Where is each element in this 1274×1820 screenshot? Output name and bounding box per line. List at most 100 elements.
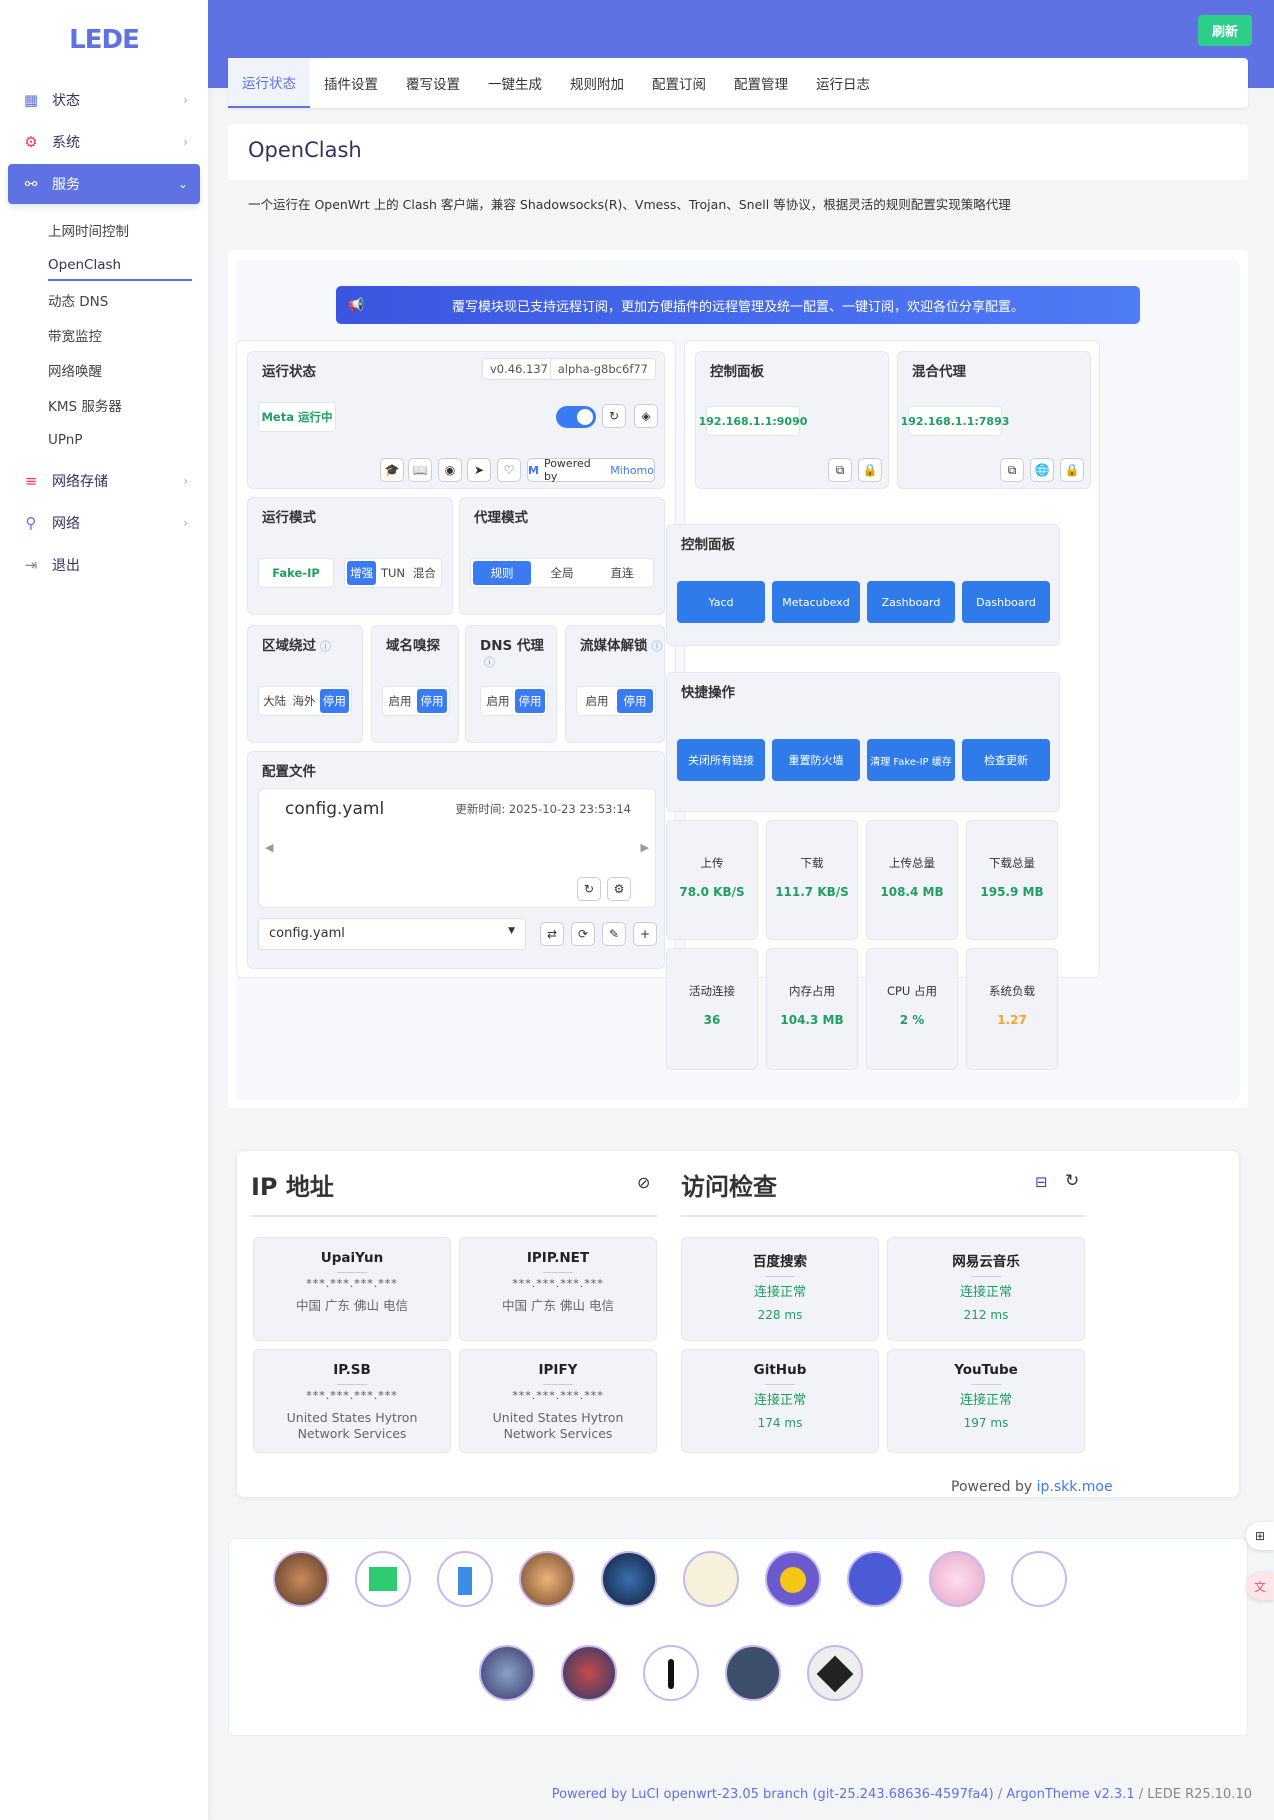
book-icon[interactable]: 📖 xyxy=(408,458,432,482)
telegram-icon[interactable]: ➤ xyxy=(467,458,491,482)
metacubexd-button[interactable]: Metacubexd xyxy=(772,581,860,623)
sidebar-item-services[interactable]: ⚯ 服务 ⌄ xyxy=(8,164,200,204)
control-address[interactable]: 192.168.1.1:9090 xyxy=(699,406,807,436)
mode-tun[interactable]: TUN xyxy=(378,561,407,585)
access-card-youtube: YouTube 连接正常 197 ms xyxy=(887,1349,1085,1453)
avatar[interactable] xyxy=(929,1551,985,1607)
tab-config-manage[interactable]: 配置管理 xyxy=(720,58,802,108)
sidebar-sub-openclash[interactable]: OpenClash xyxy=(0,247,208,282)
qr-icon[interactable]: ⊞ xyxy=(1246,1522,1274,1550)
avatar[interactable] xyxy=(437,1551,493,1607)
zashboard-button[interactable]: Zashboard xyxy=(867,581,955,623)
refresh-button[interactable]: 刷新 xyxy=(1197,15,1252,46)
tab-plugin-settings[interactable]: 插件设置 xyxy=(310,58,392,108)
argon-link[interactable]: ArgonTheme v2.3.1 xyxy=(1006,1787,1134,1802)
proxy-global[interactable]: 全局 xyxy=(533,561,591,585)
reset-firewall-button[interactable]: 重置防火墙 xyxy=(772,739,860,781)
copy-icon[interactable]: ⧉ xyxy=(828,458,852,482)
close-connections-button[interactable]: 关闭所有链接 xyxy=(677,739,765,781)
dns-card: DNS 代理ⓘ 启用 停用 xyxy=(465,625,557,743)
avatar[interactable] xyxy=(765,1551,821,1607)
translate-icon[interactable]: 文 xyxy=(1246,1572,1274,1600)
help-icon[interactable]: ⓘ xyxy=(484,656,495,669)
avatar[interactable] xyxy=(519,1551,575,1607)
media-switch: 启用 停用 xyxy=(576,686,656,716)
copy-icon[interactable]: ⧉ xyxy=(1000,458,1024,482)
proxy-rule[interactable]: 规则 xyxy=(473,561,531,585)
switch-config-icon[interactable]: ⇄ xyxy=(540,922,564,946)
lock-icon[interactable]: 🔒 xyxy=(1060,458,1084,482)
sidebar-item-logout[interactable]: ⇥ 退出 xyxy=(8,545,200,585)
sidebar-sub-upnp[interactable]: UPnP xyxy=(0,422,208,457)
mixed-proxy-card: 混合代理 192.168.1.1:7893 ⧉ 🌐 🔒 xyxy=(897,351,1091,489)
avatar[interactable] xyxy=(601,1551,657,1607)
fake-ip-badge[interactable]: Fake-IP xyxy=(258,558,334,588)
flush-fakeip-button[interactable]: 清理 Fake-IP 缓存 xyxy=(867,739,955,781)
tab-generate[interactable]: 一键生成 xyxy=(474,58,556,108)
powered-by-mihomo-link[interactable]: M Powered by Mihomo xyxy=(527,457,655,483)
avatar[interactable] xyxy=(643,1645,699,1701)
avatar[interactable] xyxy=(807,1645,863,1701)
reload-config-icon[interactable]: ↻ xyxy=(577,877,601,901)
eye-off-icon[interactable]: ⊘ xyxy=(637,1173,650,1192)
mode-enhance[interactable]: 增强 xyxy=(347,561,377,585)
sidebar-item-status[interactable]: ▦ 状态 › xyxy=(8,80,200,120)
tab-logs[interactable]: 运行日志 xyxy=(802,58,884,108)
network-icon: ⚲ xyxy=(25,514,37,532)
mode-mix[interactable]: 混合 xyxy=(410,561,439,585)
router-icon[interactable]: ⊟ xyxy=(1035,1173,1048,1191)
sidebar-item-network[interactable]: ⚲ 网络 › xyxy=(8,503,200,543)
next-arrow-icon[interactable]: ▶ xyxy=(641,841,649,854)
reload-icon[interactable]: ↻ xyxy=(602,404,626,428)
sidebar-item-system[interactable]: ⚙ 系统 › xyxy=(8,122,200,162)
avatar[interactable] xyxy=(561,1645,617,1701)
avatar[interactable] xyxy=(1011,1551,1067,1607)
contributors-avatars xyxy=(228,1538,1248,1736)
access-card-github: GitHub 连接正常 174 ms xyxy=(681,1349,879,1453)
enable-toggle[interactable] xyxy=(556,406,596,428)
check-update-button[interactable]: 检查更新 xyxy=(962,739,1050,781)
sidebar-item-nas[interactable]: ≡ 网络存储 › xyxy=(8,461,200,501)
heart-icon[interactable]: ♡ xyxy=(497,458,521,482)
settings-icon[interactable]: ⚙ xyxy=(607,877,631,901)
powered-by-skk: Powered by ip.skk.moe xyxy=(951,1479,1113,1495)
github-icon[interactable]: ◉ xyxy=(438,458,462,482)
sidebar-sub-time-control[interactable]: 上网时间控制 xyxy=(0,212,208,247)
avatar[interactable] xyxy=(273,1551,329,1607)
avatar[interactable] xyxy=(479,1645,535,1701)
prev-arrow-icon[interactable]: ◀ xyxy=(265,841,273,854)
dashboard-button[interactable]: Dashboard xyxy=(962,581,1050,623)
tab-rules[interactable]: 规则附加 xyxy=(556,58,638,108)
skk-link[interactable]: ip.skk.moe xyxy=(1037,1479,1113,1495)
edit-icon[interactable]: ✎ xyxy=(602,922,626,946)
chevron-right-icon: › xyxy=(183,474,188,488)
bypass-switch: 大陆 海外 停用 xyxy=(258,686,352,716)
add-icon[interactable]: + xyxy=(633,922,657,946)
stat-upload: 上传 78.0 KB/S xyxy=(666,820,758,940)
avatar[interactable] xyxy=(847,1551,903,1607)
sidebar-sub-kms[interactable]: KMS 服务器 xyxy=(0,387,208,422)
yacd-button[interactable]: Yacd xyxy=(677,581,765,623)
avatar[interactable] xyxy=(683,1551,739,1607)
lock-icon[interactable]: 🔒 xyxy=(858,458,882,482)
proxy-direct[interactable]: 直连 xyxy=(593,561,651,585)
config-select[interactable]: config.yaml ▼ xyxy=(258,918,526,950)
sync-icon[interactable]: ⟳ xyxy=(571,922,595,946)
tab-override[interactable]: 覆写设置 xyxy=(392,58,474,108)
luci-link[interactable]: Powered by LuCI openwrt-23.05 branch (gi… xyxy=(552,1787,994,1802)
tab-subscribe[interactable]: 配置订阅 xyxy=(638,58,720,108)
globe-icon[interactable]: 🌐 xyxy=(1030,458,1054,482)
help-icon[interactable]: ⓘ xyxy=(320,640,331,653)
refresh-icon[interactable]: ↻ xyxy=(1065,1171,1079,1191)
sidebar-sub-bandwidth[interactable]: 带宽监控 xyxy=(0,317,208,352)
layers-icon[interactable]: ◈ xyxy=(634,404,658,428)
avatar[interactable] xyxy=(725,1645,781,1701)
mixed-proxy-address[interactable]: 192.168.1.1:7893 xyxy=(901,406,1009,436)
sidebar-sub-ddns[interactable]: 动态 DNS xyxy=(0,282,208,317)
graduation-cap-icon[interactable]: 🎓 xyxy=(380,458,404,482)
avatar[interactable] xyxy=(355,1551,411,1607)
logo[interactable]: LEDE xyxy=(0,0,208,80)
sidebar-sub-wol[interactable]: 网络唤醒 xyxy=(0,352,208,387)
tab-status[interactable]: 运行状态 xyxy=(228,58,310,108)
help-icon[interactable]: ⓘ xyxy=(652,640,663,653)
